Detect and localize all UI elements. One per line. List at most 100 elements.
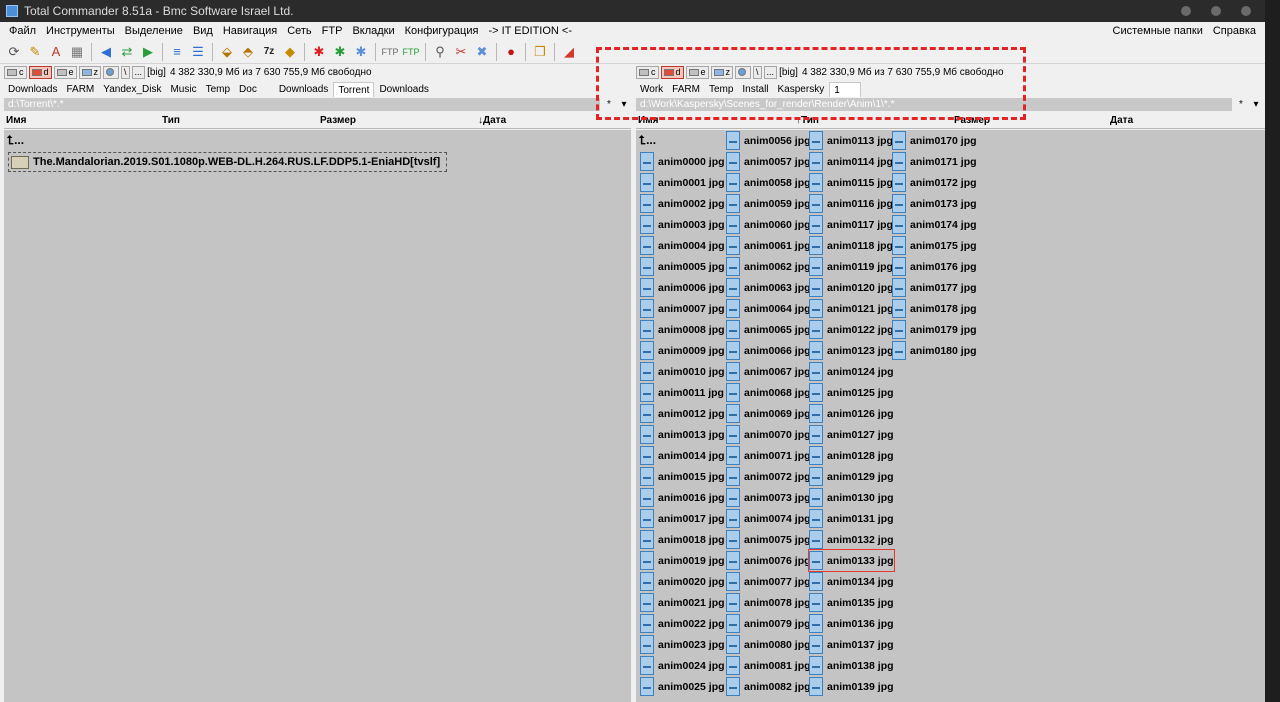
file-item[interactable]: anim0074 jpg (726, 508, 811, 529)
file-item[interactable]: anim0129 jpg (809, 466, 894, 487)
menu-help[interactable]: Справка (1208, 25, 1261, 37)
file-item[interactable]: anim0130 jpg (809, 487, 894, 508)
record-icon[interactable]: ● (501, 42, 521, 62)
file-item[interactable]: anim0002 jpg (640, 193, 725, 214)
file-item[interactable]: anim0135 jpg (809, 592, 894, 613)
file-item[interactable]: anim0015 jpg (640, 466, 725, 487)
file-item[interactable]: anim0063 jpg (726, 277, 811, 298)
file-item[interactable]: anim0025 jpg (640, 676, 725, 697)
view-icon[interactable]: ▦ (67, 42, 87, 62)
file-item[interactable]: anim0113 jpg (809, 130, 893, 151)
file-item[interactable]: anim0126 jpg (809, 403, 894, 424)
menu-tools[interactable]: Инструменты (41, 25, 120, 37)
file-item[interactable]: anim0068 jpg (726, 382, 811, 403)
multi-rename-icon[interactable]: ✱ (309, 42, 329, 62)
menu-file[interactable]: Файл (4, 25, 41, 37)
file-item[interactable]: anim0067 jpg (726, 361, 811, 382)
file-item[interactable]: anim0122 jpg (809, 319, 894, 340)
right-drive-z[interactable]: z (710, 65, 734, 79)
file-item[interactable]: anim0058 jpg (726, 172, 811, 193)
file-item[interactable]: anim0022 jpg (640, 613, 725, 634)
file-item[interactable]: anim0127 jpg (809, 424, 894, 445)
file-item[interactable]: anim0124 jpg (809, 361, 894, 382)
file-item[interactable]: anim0075 jpg (726, 529, 811, 550)
menu-configuration[interactable]: Конфигурация (400, 25, 484, 37)
file-item[interactable]: anim0056 jpg (726, 130, 811, 151)
file-item[interactable]: anim0121 jpg (809, 298, 894, 319)
file-item[interactable]: anim0007 jpg (640, 298, 725, 319)
unselect-icon[interactable]: ✱ (330, 42, 350, 62)
sync-icon[interactable]: ☰ (188, 42, 208, 62)
file-item[interactable]: anim0179 jpg (892, 319, 977, 340)
left-parent-dir[interactable]: ⮤... (7, 133, 24, 148)
file-item[interactable]: anim0117 jpg (809, 214, 893, 235)
file-item[interactable]: anim0071 jpg (726, 445, 811, 466)
search-icon[interactable]: ⚲ (430, 42, 450, 62)
file-item[interactable]: anim0176 jpg (892, 256, 977, 277)
file-item[interactable]: anim0005 jpg (640, 256, 725, 277)
file-item[interactable]: anim0061 jpg (726, 235, 811, 256)
refresh-icon[interactable]: ⟳ (4, 42, 24, 62)
file-item[interactable]: anim0133 jpg (808, 549, 895, 572)
left-dropdown-button[interactable]: ▾ (617, 98, 631, 111)
right-drive-parent[interactable]: ... (763, 65, 778, 79)
left-drive-parent[interactable]: ... (131, 65, 146, 79)
file-item[interactable]: anim0170 jpg (892, 130, 977, 151)
left-tab-temp[interactable]: Temp (201, 82, 235, 97)
settings-icon[interactable]: ✱ (351, 42, 371, 62)
left-history-button[interactable]: * (602, 98, 616, 111)
close-button[interactable] (1241, 6, 1251, 16)
file-item[interactable]: anim0171 jpg (892, 151, 977, 172)
file-item[interactable]: anim0057 jpg (726, 151, 811, 172)
right-parent-dir[interactable]: ⮤... (639, 133, 656, 148)
left-col-date[interactable]: ↓Дата (478, 115, 506, 126)
file-item[interactable]: anim0013 jpg (640, 424, 725, 445)
right-drive-root[interactable]: \ (753, 65, 762, 79)
right-drive-d[interactable]: d (660, 65, 684, 79)
file-item[interactable]: anim0175 jpg (892, 235, 977, 256)
ftp-new-icon[interactable]: FTP (401, 42, 421, 62)
file-item[interactable]: anim0134 jpg (809, 571, 894, 592)
file-item[interactable]: anim0060 jpg (726, 214, 811, 235)
file-item[interactable]: anim0114 jpg (809, 151, 893, 172)
right-tab-farm[interactable]: FARM (668, 82, 704, 97)
left-drive-root[interactable]: \ (121, 65, 130, 79)
file-item[interactable]: anim0004 jpg (640, 235, 725, 256)
7zip-icon[interactable]: 7z (259, 42, 279, 62)
file-item[interactable]: anim0132 jpg (809, 529, 894, 550)
file-item[interactable]: anim0136 jpg (809, 613, 894, 634)
remove-icon[interactable]: ✖ (472, 42, 492, 62)
file-item[interactable]: anim0065 jpg (726, 319, 811, 340)
file-item[interactable]: anim0069 jpg (726, 403, 811, 424)
right-col-size[interactable]: Размер (954, 115, 990, 126)
right-history-button[interactable]: * (1234, 98, 1248, 111)
back-icon[interactable]: ◀ (96, 42, 116, 62)
compare-icon[interactable]: ≡ (167, 42, 187, 62)
left-drive-e[interactable]: e (53, 65, 77, 79)
left-col-name[interactable]: Имя (6, 115, 26, 126)
file-item[interactable]: anim0172 jpg (892, 172, 977, 193)
left-drive-d[interactable]: d (28, 65, 52, 79)
file-item[interactable]: anim0079 jpg (726, 613, 811, 634)
brush-icon[interactable]: ◢ (559, 42, 579, 62)
file-item[interactable]: anim0123 jpg (809, 340, 894, 361)
left-drive-network[interactable] (103, 65, 120, 79)
file-item[interactable]: anim0081 jpg (726, 655, 811, 676)
file-item[interactable]: anim0138 jpg (809, 655, 894, 676)
file-item[interactable]: anim0070 jpg (726, 424, 811, 445)
left-tab-downloads-2[interactable]: Downloads (274, 82, 333, 97)
right-tab-temp[interactable]: Temp (704, 82, 738, 97)
file-item[interactable]: anim0178 jpg (892, 298, 977, 319)
file-item[interactable]: anim0062 jpg (726, 256, 811, 277)
file-item[interactable]: anim0003 jpg (640, 214, 725, 235)
menu-selection[interactable]: Выделение (120, 25, 188, 37)
file-item[interactable]: anim0115 jpg (809, 172, 893, 193)
edit-icon[interactable]: ✎ (25, 42, 45, 62)
left-tab-torrent[interactable]: Torrent (333, 82, 375, 97)
file-item[interactable]: anim0020 jpg (640, 571, 725, 592)
file-item[interactable]: anim0118 jpg (809, 235, 893, 256)
left-drive-z[interactable]: z (78, 65, 102, 79)
ftp-connect-icon[interactable]: FTP (380, 42, 400, 62)
file-item[interactable]: anim0066 jpg (726, 340, 811, 361)
file-item[interactable]: anim0006 jpg (640, 277, 725, 298)
